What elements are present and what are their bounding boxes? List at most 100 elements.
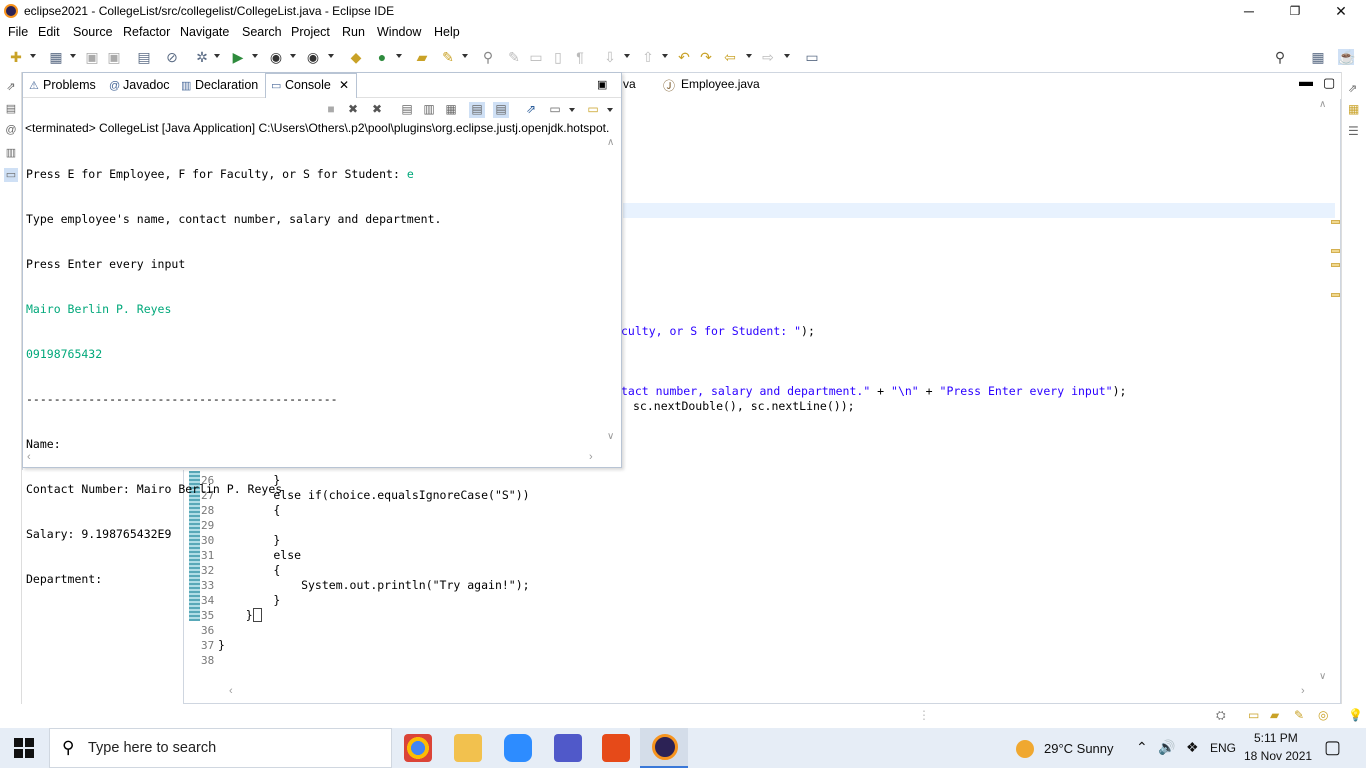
tab-declaration[interactable]: ▥ Declaration	[181, 78, 258, 92]
javadoc-icon[interactable]: @	[4, 124, 18, 138]
console-vertical-scrollbar[interactable]: ∧ ∨	[605, 137, 619, 447]
tip-icon[interactable]: 💡	[1348, 708, 1363, 722]
block-icon[interactable]: ▯	[550, 49, 566, 65]
menu-source[interactable]: Source	[73, 25, 113, 39]
terminate-icon[interactable]: ■	[323, 102, 339, 118]
windows-start-icon[interactable]	[14, 738, 34, 758]
tab-console[interactable]: ▭ Console	[271, 78, 331, 92]
scroll-up-icon[interactable]: ∧	[607, 137, 614, 148]
package-explorer-icon[interactable]: ▤	[4, 102, 18, 116]
run-dropdown-icon[interactable]	[252, 54, 258, 58]
last-edit-icon[interactable]: ↶	[676, 49, 692, 65]
scroll-up-icon[interactable]: ∧	[1319, 99, 1326, 110]
java-perspective-icon[interactable]: ☕	[1338, 49, 1355, 65]
new-java-project-icon[interactable]: ◆	[348, 49, 364, 65]
menu-refactor[interactable]: Refactor	[123, 25, 170, 39]
declaration-icon[interactable]: ▥	[4, 146, 18, 160]
scroll-right-icon[interactable]: ›	[589, 451, 593, 463]
maximize-editor-icon[interactable]: ▢	[1323, 75, 1335, 91]
new-package-dropdown-icon[interactable]	[70, 54, 76, 58]
maximize-button[interactable]: ❐	[1272, 0, 1318, 22]
save-icon[interactable]: ▣	[84, 49, 100, 65]
weather-text[interactable]: 29°C Sunny	[1044, 741, 1114, 756]
remove-all-launches-icon[interactable]: ✖	[369, 102, 385, 118]
menu-project[interactable]: Project	[291, 25, 330, 39]
language-indicator[interactable]: ENG	[1210, 741, 1236, 755]
overview-marker[interactable]	[1331, 293, 1340, 297]
pencil-icon[interactable]: ✎	[1294, 708, 1304, 722]
open-console-icon[interactable]: ▭	[804, 49, 820, 65]
new-package-icon[interactable]: ▦	[48, 49, 64, 65]
open-perspective-icon[interactable]: ▦	[1310, 49, 1326, 65]
menu-edit[interactable]: Edit	[38, 25, 60, 39]
forward-edit-icon[interactable]: ↷	[698, 49, 714, 65]
open-console-dropdown-icon[interactable]	[607, 108, 613, 112]
minimize-button[interactable]: ─	[1226, 0, 1272, 22]
task-list-icon[interactable]: ☰	[1348, 124, 1359, 138]
clear-console-icon[interactable]: ▤	[399, 102, 415, 118]
pin-icon[interactable]: ⚲	[480, 49, 496, 65]
search-tool-icon[interactable]: ✎	[440, 49, 456, 65]
new-class-icon[interactable]: ●	[374, 49, 390, 65]
editor-tab-employee[interactable]: Employee.java	[681, 77, 760, 91]
eclipse-taskbar-button[interactable]	[640, 728, 688, 768]
menu-search[interactable]: Search	[242, 25, 282, 39]
debug-dropdown-icon[interactable]	[214, 54, 220, 58]
menu-run[interactable]: Run	[342, 25, 365, 39]
maximize-view-icon[interactable]: ▣	[597, 78, 607, 91]
code-line[interactable]: }	[218, 638, 225, 652]
next-annotation-dropdown-icon[interactable]	[624, 54, 630, 58]
new-class-dropdown-icon[interactable]	[396, 54, 402, 58]
scroll-left-icon[interactable]: ‹	[229, 685, 233, 697]
search-icon[interactable]: ⚲	[1272, 49, 1288, 65]
prev-annotation-icon[interactable]: ⇧	[640, 49, 656, 65]
close-tab-icon[interactable]: ✕	[339, 78, 349, 92]
back-dropdown-icon[interactable]	[746, 54, 752, 58]
remote-icon[interactable]: ⛭	[1216, 708, 1226, 723]
next-annotation-icon[interactable]: ⇩	[602, 49, 618, 65]
overview-marker[interactable]	[1331, 249, 1340, 253]
run-icon[interactable]: ▶	[230, 49, 246, 65]
word-wrap-icon[interactable]: ▦	[443, 102, 459, 118]
forward-dropdown-icon[interactable]	[784, 54, 790, 58]
circle-icon[interactable]: ◎	[1318, 708, 1328, 722]
open-console-icon[interactable]: ▭	[585, 102, 601, 118]
edit-icon[interactable]: ✎	[506, 49, 522, 65]
file-explorer-icon[interactable]	[454, 734, 482, 762]
tab-javadoc[interactable]: @ Javadoc	[109, 78, 170, 92]
menu-window[interactable]: Window	[377, 25, 421, 39]
speaker-icon[interactable]: 🔊	[1158, 739, 1175, 756]
coverage-dropdown-icon[interactable]	[290, 54, 296, 58]
scroll-left-icon[interactable]: ‹	[27, 451, 31, 463]
pilcrow-icon[interactable]: ¶	[572, 49, 588, 65]
close-button[interactable]: ✕	[1318, 0, 1364, 22]
debug-icon[interactable]: ✲	[194, 49, 210, 65]
terminal-icon[interactable]: ▤	[136, 49, 152, 65]
outline-icon[interactable]: ▦	[1348, 102, 1359, 116]
console-horizontal-scrollbar[interactable]: ‹ ›	[23, 451, 605, 465]
pin-console-icon[interactable]: ⇗	[523, 102, 539, 118]
office-icon[interactable]	[602, 734, 630, 762]
restore-icon[interactable]: ⇗	[4, 80, 18, 94]
book-icon[interactable]: ▭	[1248, 708, 1259, 722]
notifications-icon[interactable]: ▢	[1324, 737, 1341, 758]
show-console-stderr-icon[interactable]: ▤	[493, 102, 509, 118]
scroll-lock-icon[interactable]: ▥	[421, 102, 437, 118]
clock-date[interactable]: 18 Nov 2021	[1244, 749, 1312, 763]
display-console-icon[interactable]: ▭	[547, 102, 563, 118]
console-icon[interactable]: ▭	[4, 168, 18, 182]
tab-problems[interactable]: ⚠ Problems	[29, 78, 96, 92]
scroll-down-icon[interactable]: ∨	[1319, 671, 1326, 682]
skip-breakpoints-icon[interactable]: ⊘	[164, 49, 180, 65]
display-console-dropdown-icon[interactable]	[569, 108, 575, 112]
scroll-down-icon[interactable]: ∨	[607, 431, 614, 442]
new-dropdown-icon[interactable]	[30, 54, 36, 58]
taskbar-search-box[interactable]: ⚲ Type here to search	[49, 728, 392, 768]
overview-marker[interactable]	[1331, 220, 1340, 224]
zoom-icon[interactable]	[504, 734, 532, 762]
learn-icon[interactable]: ▰	[1270, 708, 1279, 722]
menu-file[interactable]: File	[8, 25, 28, 39]
restore-icon[interactable]: ⇗	[1348, 82, 1357, 95]
teams-icon[interactable]	[554, 734, 582, 762]
scroll-right-icon[interactable]: ›	[1301, 685, 1305, 697]
